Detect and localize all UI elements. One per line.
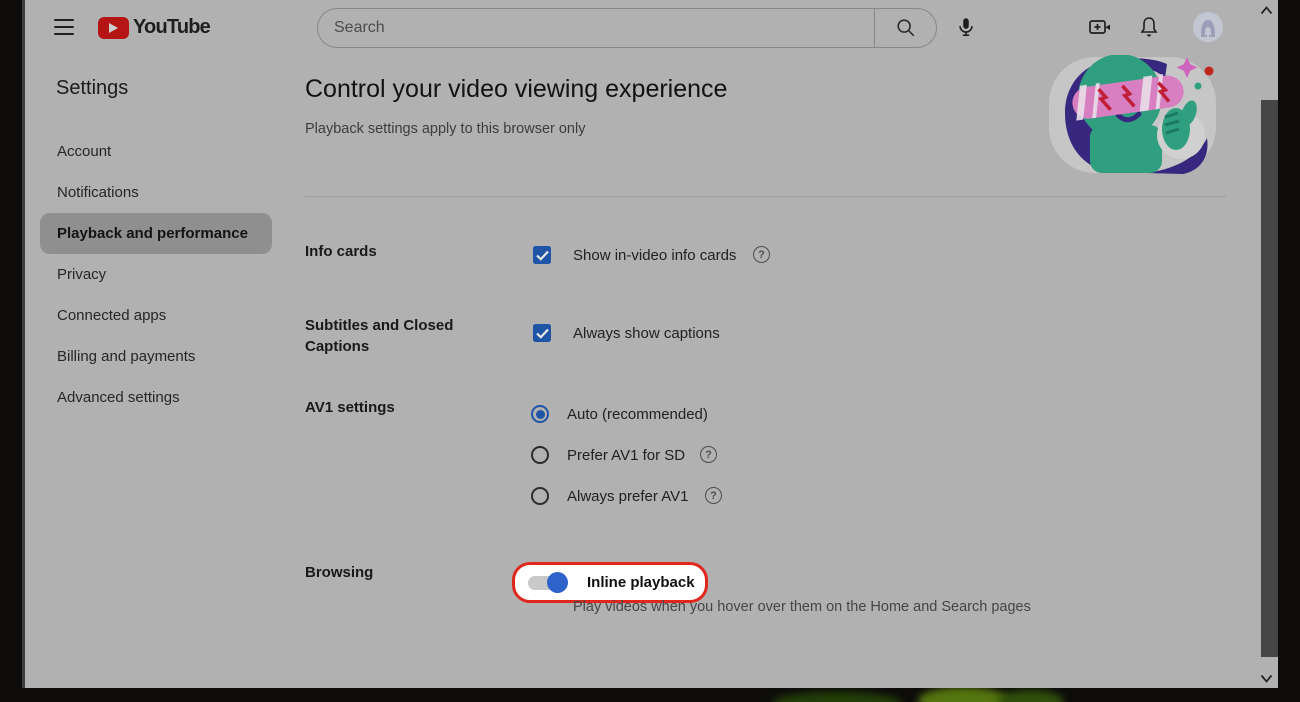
scrollbar-thumb[interactable] (1261, 100, 1278, 657)
setting-label-info-cards: Info cards (305, 241, 470, 262)
wallpaper-plant (772, 692, 902, 702)
info-cards-checkbox[interactable] (533, 246, 551, 264)
setting-label-av1: AV1 settings (305, 397, 470, 418)
av1-radio-auto[interactable] (531, 405, 549, 423)
help-icon[interactable]: ? (753, 246, 770, 263)
help-icon[interactable]: ? (700, 446, 717, 463)
inline-playback-toggle[interactable] (528, 576, 566, 590)
chevron-down-icon (1260, 674, 1273, 683)
settings-title: Settings (56, 77, 128, 100)
sidebar-item-connected-apps[interactable]: Connected apps (40, 295, 272, 336)
inline-playback-label: Inline playback (587, 574, 695, 591)
section-divider (305, 196, 1226, 197)
youtube-logo[interactable]: YouTube (98, 16, 210, 39)
sidebar-item-privacy[interactable]: Privacy (40, 254, 272, 295)
search-bar (317, 8, 937, 48)
search-icon (895, 17, 917, 39)
search-input[interactable] (318, 9, 874, 47)
av1-always-label: Always prefer AV1 (567, 488, 688, 505)
bell-icon (1137, 15, 1161, 39)
setting-label-subtitles: Subtitles and Closed Captions (305, 315, 470, 357)
account-avatar[interactable] (1193, 12, 1223, 42)
page-subtitle: Playback settings apply to this browser … (305, 121, 585, 137)
scrollbar-down-button[interactable] (1255, 671, 1277, 685)
captions-checkbox[interactable] (533, 324, 551, 342)
sidebar-item-account[interactable]: Account (40, 131, 272, 172)
mic-icon (955, 16, 977, 38)
wallpaper-plant (918, 687, 1010, 702)
checkmark-icon (536, 328, 549, 339)
youtube-play-icon (98, 17, 129, 39)
notifications-button[interactable] (1136, 14, 1162, 40)
search-button[interactable] (874, 9, 936, 47)
setting-label-browsing: Browsing (305, 562, 470, 583)
help-icon[interactable]: ? (705, 487, 722, 504)
sidebar-item-billing-and-payments[interactable]: Billing and payments (40, 336, 272, 377)
mic-button[interactable] (953, 14, 979, 40)
info-cards-option-label: Show in-video info cards (573, 247, 736, 264)
chevron-up-icon (1260, 6, 1273, 15)
sidebar-item-notifications[interactable]: Notifications (40, 172, 272, 213)
browser-page: YouTube (22, 0, 1278, 688)
hamburger-menu-icon[interactable] (54, 19, 74, 35)
scrollbar-up-button[interactable] (1255, 3, 1277, 17)
profile-illustration (1048, 55, 1220, 176)
create-video-icon (1087, 14, 1113, 40)
av1-prefer-sd-label: Prefer AV1 for SD (567, 447, 685, 464)
sidebar-item-advanced-settings[interactable]: Advanced settings (40, 377, 272, 418)
av1-radio-always[interactable] (531, 487, 549, 505)
captions-option-label: Always show captions (573, 325, 720, 342)
inline-playback-description: Play videos when you hover over them on … (573, 599, 1031, 615)
inline-playback-highlight: Inline playback (512, 562, 708, 603)
create-video-button[interactable] (1087, 14, 1113, 40)
sidebar-item-playback-and-performance[interactable]: Playback and performance (40, 213, 272, 254)
page-title: Control your video viewing experience (305, 75, 727, 104)
av1-radio-prefer-sd[interactable] (531, 446, 549, 464)
avatar-person-icon (1193, 12, 1223, 42)
settings-nav: Account Notifications Playback and perfo… (40, 131, 272, 418)
toggle-thumb (547, 572, 568, 593)
checkmark-icon (536, 250, 549, 261)
youtube-logo-text: YouTube (133, 16, 210, 39)
wallpaper-plant (998, 690, 1064, 702)
av1-auto-label: Auto (recommended) (567, 406, 708, 423)
